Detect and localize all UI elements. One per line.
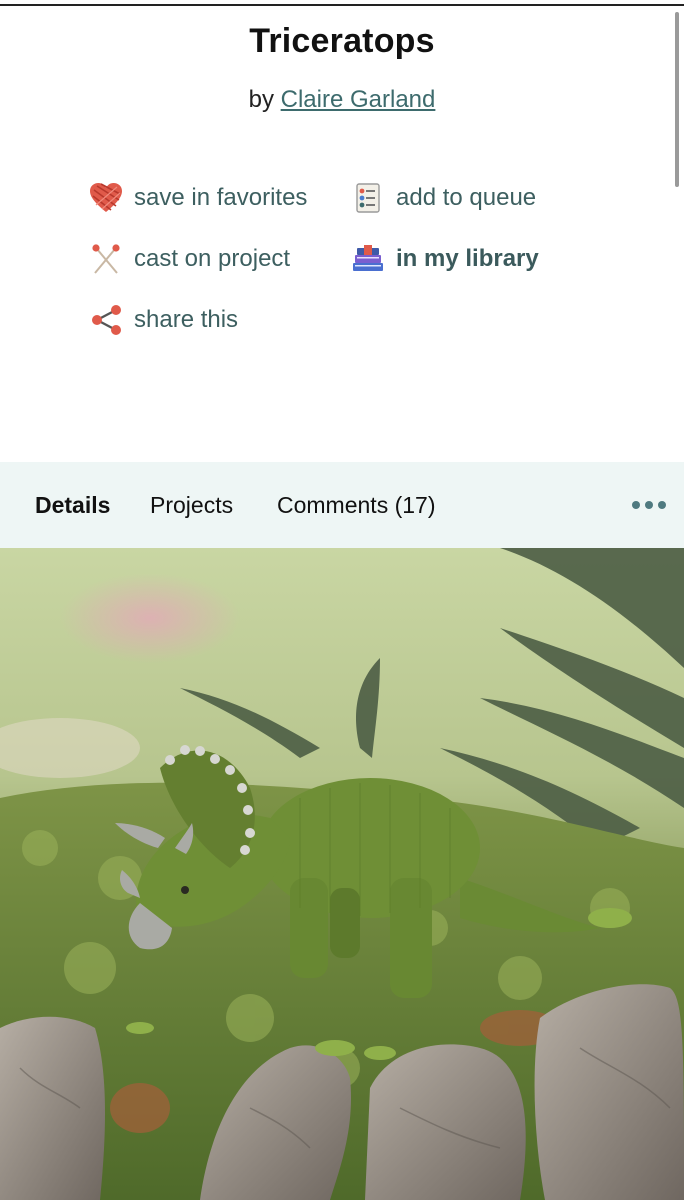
in-my-library-button[interactable]: in my library — [350, 239, 539, 279]
designer-byline: by Claire Garland — [0, 86, 684, 114]
add-to-queue-button[interactable]: add to queue — [350, 178, 536, 218]
cast-on-project-label: cast on project — [134, 245, 291, 272]
tab-projects[interactable]: Projects — [150, 492, 233, 519]
queue-list-icon — [350, 180, 386, 216]
pattern-photo[interactable] — [0, 548, 684, 1200]
top-divider — [0, 4, 684, 6]
share-this-label: share this — [134, 306, 239, 333]
share-icon — [88, 302, 124, 338]
cast-on-project-button[interactable]: cast on project — [88, 239, 290, 279]
designer-link[interactable]: Claire Garland — [281, 86, 436, 113]
page-title: Triceratops — [249, 22, 435, 60]
share-this-button[interactable]: share this — [88, 300, 238, 340]
save-in-favorites-label: save in favorites — [134, 184, 308, 211]
byline-prefix: by — [248, 86, 274, 113]
yarn-heart-icon — [88, 180, 124, 216]
save-in-favorites-button[interactable]: save in favorites — [88, 178, 307, 218]
books-icon — [350, 241, 386, 277]
tab-bar: Details Projects Comments (17) — [0, 462, 684, 548]
more-dots-icon[interactable] — [630, 492, 668, 512]
add-to-queue-label: add to queue — [396, 184, 537, 211]
tab-comments[interactable]: Comments (17) — [277, 492, 435, 519]
in-my-library-label: in my library — [396, 245, 539, 272]
knitting-needles-icon — [88, 241, 124, 277]
tab-details[interactable]: Details — [35, 492, 110, 519]
